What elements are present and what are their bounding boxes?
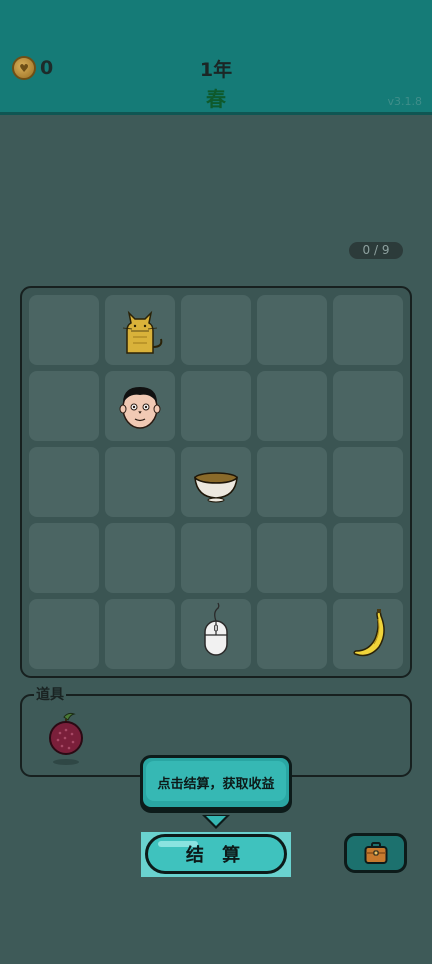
hint-tooltip: 点击结算，获取收益: [140, 755, 292, 810]
cat-icon: [122, 310, 163, 354]
lychee-icon: [49, 712, 83, 765]
face-icon: [119, 387, 161, 429]
year-label: 1年: [199, 59, 233, 81]
grid-cell[interactable]: [333, 295, 403, 365]
hint-tooltip-text: 点击结算，获取收益: [157, 777, 275, 792]
grid-cell[interactable]: [181, 295, 251, 365]
grid-cell[interactable]: [105, 523, 175, 593]
grid-cell[interactable]: [333, 599, 403, 669]
grid-cell[interactable]: [257, 447, 327, 517]
grid-cell[interactable]: [181, 447, 251, 517]
grid-cell[interactable]: [181, 371, 251, 441]
grid-cell[interactable]: [333, 447, 403, 517]
grid-cell[interactable]: [105, 447, 175, 517]
grid-cell[interactable]: [333, 371, 403, 441]
grid-cell[interactable]: [29, 447, 99, 517]
grid-cell[interactable]: [181, 523, 251, 593]
grid-cell[interactable]: [333, 523, 403, 593]
settle-button-label: 结 算: [185, 845, 247, 866]
grid-cell[interactable]: [257, 371, 327, 441]
grid-cell[interactable]: [29, 523, 99, 593]
collection-progress: 0 / 9: [349, 242, 403, 259]
soup-bowl-icon: [194, 472, 238, 503]
grid-cell[interactable]: [105, 371, 175, 441]
version-label: v3.1.8: [387, 95, 423, 108]
grid-cell[interactable]: [257, 599, 327, 669]
grid-cell[interactable]: [29, 599, 99, 669]
grid-cell[interactable]: [105, 295, 175, 365]
bag-button[interactable]: [344, 833, 407, 873]
grid-cell[interactable]: [181, 599, 251, 669]
props-label: 道具: [34, 684, 66, 704]
grid-cell[interactable]: [29, 295, 99, 365]
prop-slot[interactable]: [44, 711, 88, 767]
briefcase-icon: [364, 842, 388, 864]
grid-cell[interactable]: [105, 599, 175, 669]
hint-arrow-fill: [206, 816, 226, 826]
mouse-icon: [204, 602, 228, 656]
grid-cell[interactable]: [257, 295, 327, 365]
season-label: 春: [206, 87, 226, 111]
grid-cell[interactable]: [257, 523, 327, 593]
settle-button[interactable]: 结 算: [145, 834, 287, 874]
banana-icon: [353, 609, 385, 657]
grid-cell[interactable]: [29, 371, 99, 441]
top-bar-edge: [0, 112, 432, 115]
